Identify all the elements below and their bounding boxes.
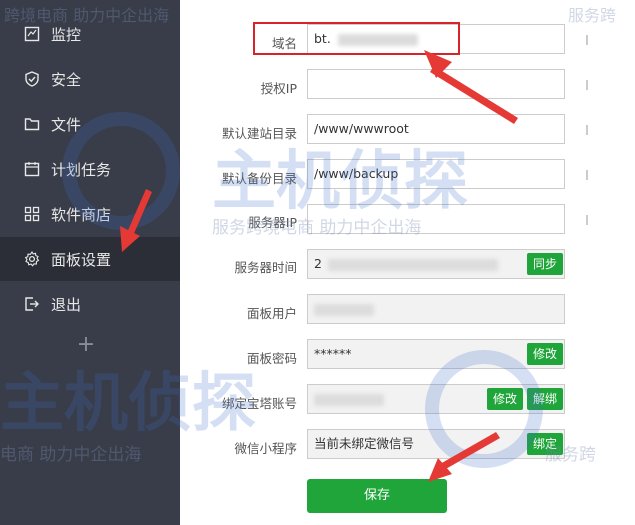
- monitor-icon: [23, 25, 41, 43]
- sidebar-item-store[interactable]: 软件商店: [0, 192, 180, 236]
- backup-dir-field[interactable]: /www/backup: [307, 159, 565, 189]
- sidebar-item-files[interactable]: 文件: [0, 102, 180, 146]
- sidebar-item-label: 安全: [51, 70, 82, 89]
- side-tick: [586, 125, 588, 135]
- sidebar-item-logout[interactable]: 退出: [0, 282, 180, 326]
- unbind-button[interactable]: 解绑: [527, 388, 564, 410]
- sync-button[interactable]: 同步: [527, 253, 564, 275]
- wechat-label: 微信小程序: [234, 441, 297, 456]
- folder-icon: [23, 115, 41, 133]
- redacted-blur: [314, 394, 384, 406]
- grid-icon: [23, 205, 41, 223]
- sidebar-item-label: 退出: [51, 295, 82, 314]
- auth-ip-field[interactable]: [307, 69, 565, 99]
- sidebar-item-label: 计划任务: [51, 160, 112, 179]
- sidebar-item-label: 面板设置: [51, 250, 112, 269]
- sidebar-item-security[interactable]: 安全: [0, 57, 180, 101]
- server-time-value: 2: [314, 256, 322, 271]
- backup-dir-value: /www/backup: [314, 166, 399, 181]
- redacted-blur: [328, 259, 498, 271]
- bind-wechat-button[interactable]: 绑定: [527, 433, 564, 455]
- site-dir-label: 默认建站目录: [221, 126, 297, 141]
- bind-account-label: 绑定宝塔账号: [221, 396, 297, 411]
- sidebar-item-cron[interactable]: 计划任务: [0, 147, 180, 191]
- domain-highlight-box: [253, 22, 460, 55]
- server-ip-label: 服务器IP: [248, 215, 297, 230]
- panel-password-value: ******: [314, 346, 352, 361]
- calendar-icon: [23, 160, 41, 178]
- side-tick: [586, 170, 588, 180]
- server-time-label: 服务器时间: [234, 260, 297, 275]
- shield-icon: [23, 70, 41, 88]
- sidebar-item-label: 监控: [51, 25, 82, 44]
- side-tick: [586, 80, 588, 90]
- backup-dir-label: 默认备份目录: [221, 171, 297, 186]
- redacted-blur: [314, 304, 374, 316]
- modify-account-button[interactable]: 修改: [487, 388, 524, 410]
- modify-password-button[interactable]: 修改: [527, 343, 564, 365]
- auth-ip-label: 授权IP: [260, 81, 297, 96]
- panel-user-field: [307, 294, 565, 324]
- logout-icon: [23, 295, 41, 313]
- wechat-value: 当前未绑定微信号: [314, 436, 415, 451]
- save-button[interactable]: 保存: [307, 479, 447, 513]
- gear-icon: [23, 250, 41, 268]
- sidebar-item-label: 文件: [51, 115, 82, 134]
- sidebar-item-monitor[interactable]: 监控: [0, 12, 180, 56]
- sidebar: 监控 安全 文件 计划任务 软件商店 面板设置 退出 +: [0, 0, 180, 525]
- server-ip-field[interactable]: [307, 204, 565, 234]
- site-dir-value: /www/wwwroot: [314, 121, 409, 136]
- add-button[interactable]: +: [76, 334, 96, 358]
- site-dir-field[interactable]: /www/wwwroot: [307, 114, 565, 144]
- panel-user-label: 面板用户: [246, 306, 297, 321]
- sidebar-item-label: 软件商店: [51, 205, 112, 224]
- side-tick: [586, 215, 588, 225]
- panel-password-label: 面板密码: [246, 351, 297, 366]
- side-tick: [586, 35, 588, 45]
- sidebar-item-panel-settings[interactable]: 面板设置: [0, 237, 180, 281]
